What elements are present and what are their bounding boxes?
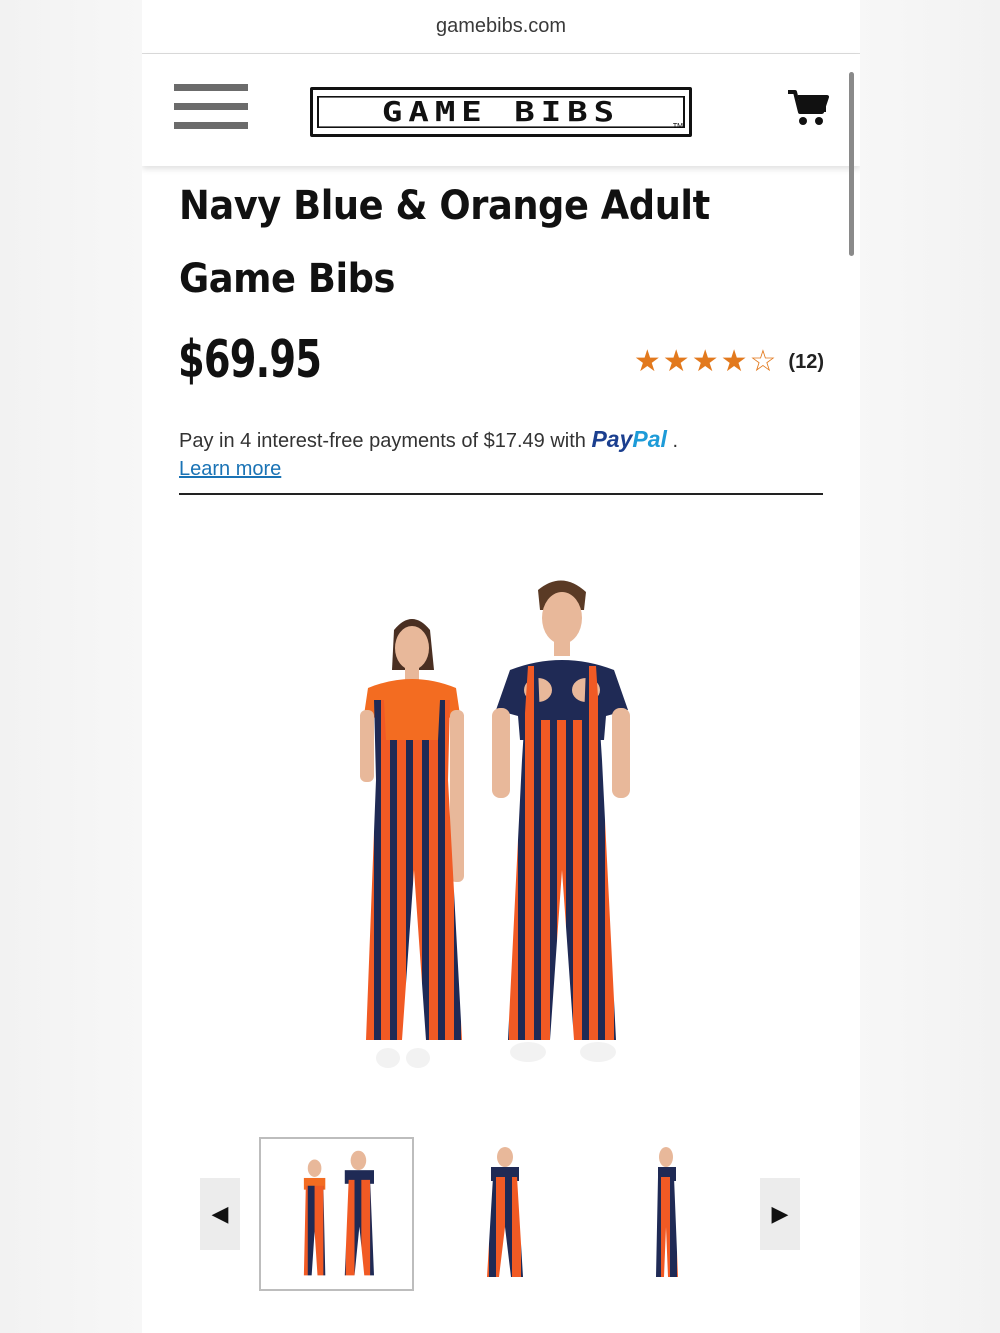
logo-trademark: TM [672,123,683,130]
thumbnail-3[interactable] [590,1137,745,1291]
learn-more-link[interactable]: Learn more [179,458,281,481]
url-text: gamebibs.com [435,15,567,37]
address-bar[interactable]: gamebibs.com [142,0,860,54]
star-filled-icon: ★ [662,345,690,378]
paypal-message-end: . [666,430,679,452]
star-empty-icon: ☆ [749,345,777,378]
product-title: Navy Blue & Orange Adult Game Bibs [179,183,710,302]
background-left [0,0,142,1333]
site-logo[interactable]: GAME BIBS TM [310,87,692,137]
paypal-logo: PayPal [591,426,666,452]
paypal-logo-pay: Pay [591,426,633,452]
main-product-image[interactable] [342,570,662,1080]
background-right [858,0,1000,1333]
paypal-message-text: Pay in 4 interest-free payments of $17.4… [179,430,592,452]
star-filled-icon: ★ [633,345,661,378]
thumbnail-1[interactable] [259,1137,414,1291]
section-divider [179,493,823,495]
carousel-next-button[interactable]: ▶ [760,1178,800,1250]
page-scrollbar[interactable] [849,72,854,256]
paypal-message: Pay in 4 interest-free payments of $17.4… [179,426,678,453]
star-filled-icon: ★ [720,345,748,378]
caret-left-icon: ◀ [211,1201,229,1226]
site-header: GAME BIBS TM [142,54,860,166]
thumbnail-2[interactable] [425,1137,580,1291]
product-price: $69.95 [178,330,322,390]
caret-right-icon: ▶ [771,1201,789,1226]
product-rating[interactable]: ★ ★ ★ ★ ☆ (12) [634,347,824,377]
star-filled-icon: ★ [691,345,719,378]
review-count[interactable]: (12) [788,351,824,374]
shopping-cart-icon[interactable] [786,88,830,128]
paypal-logo-pal: Pal [632,426,667,452]
carousel-prev-button[interactable]: ◀ [200,1178,240,1250]
hamburger-menu-icon[interactable] [174,84,248,132]
logo-text: GAME BIBS [317,96,685,128]
phone-screen: gamebibs.com GAME BIBS TM Navy Blue & Or… [142,0,860,1333]
